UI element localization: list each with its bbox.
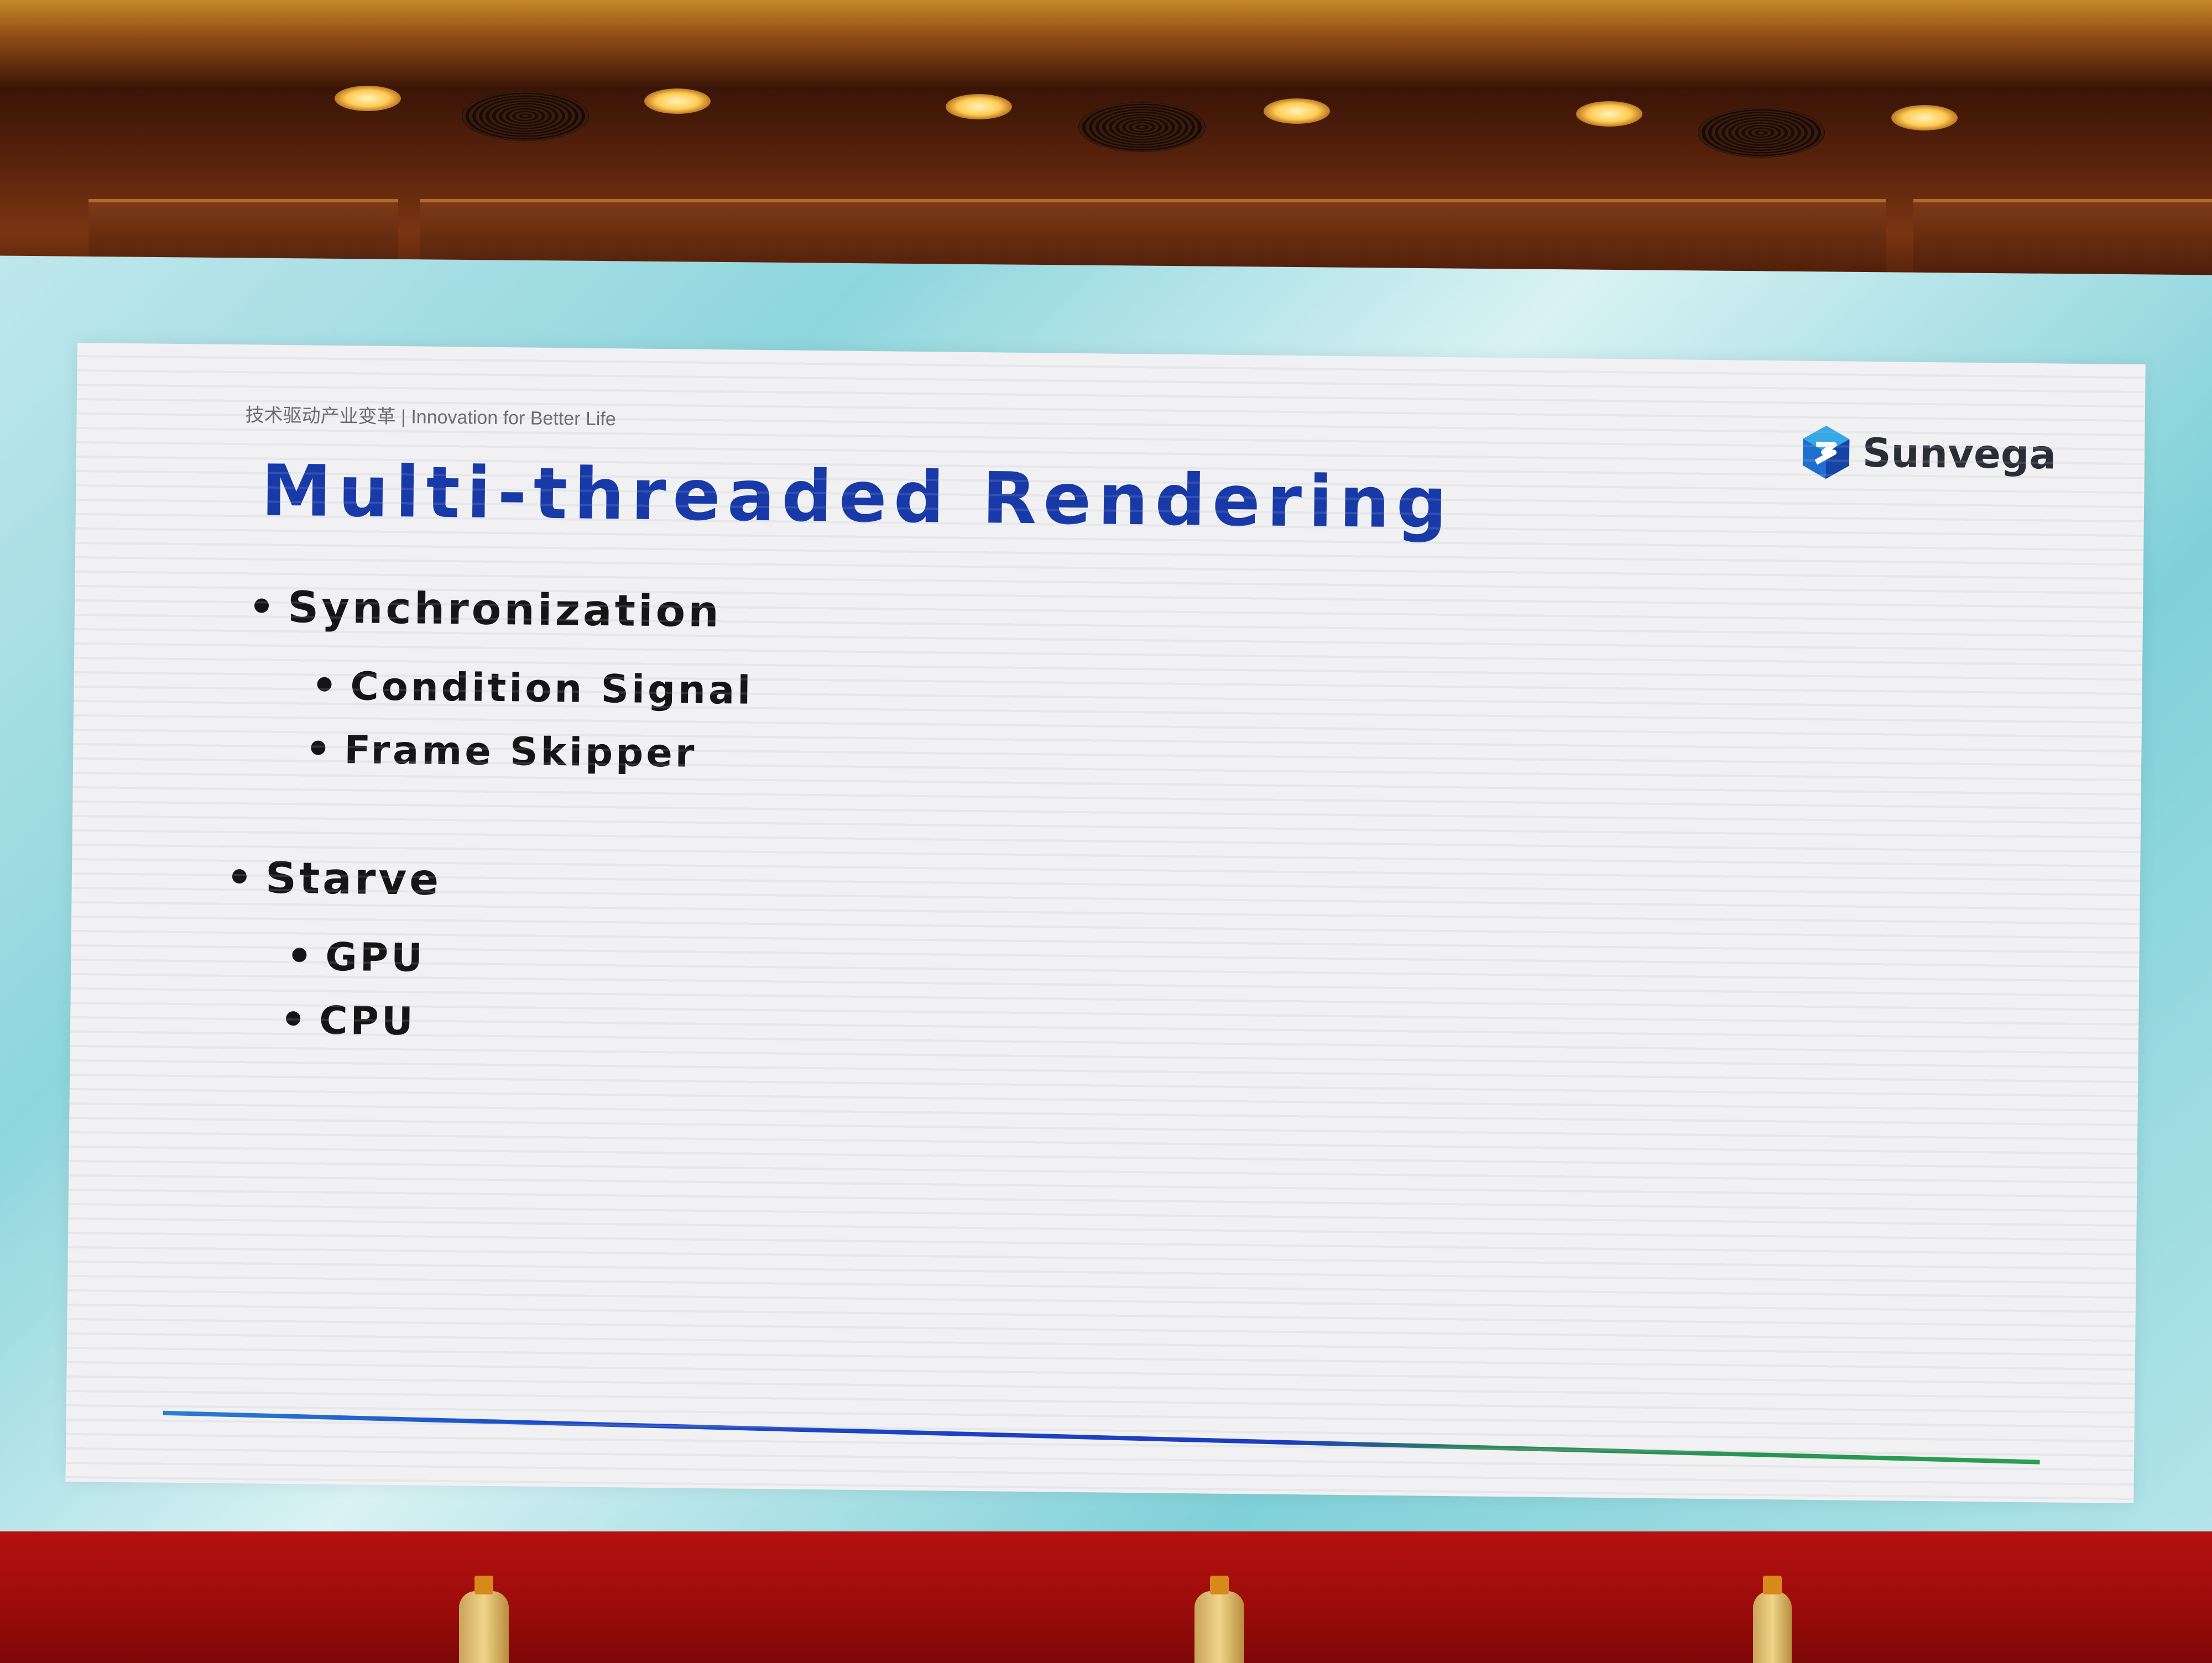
bullet-dot-icon xyxy=(311,740,326,755)
ceiling-vent xyxy=(1078,102,1206,152)
bullet-dot-icon xyxy=(317,677,332,692)
bullet-dot-icon xyxy=(232,869,247,883)
bullet-gpu: GPU xyxy=(292,934,425,981)
sunvega-hex-logo-icon xyxy=(1799,423,1853,482)
bullet-dot-icon xyxy=(286,1011,301,1026)
water-bottle xyxy=(459,1576,509,1663)
bullet-label: Starve xyxy=(265,853,442,905)
ceiling-light xyxy=(1264,98,1330,124)
water-bottle xyxy=(1194,1576,1244,1663)
stage-front xyxy=(0,1531,2212,1663)
bullet-starve: Starve xyxy=(232,853,442,905)
bullet-frame-skipper: Frame Skipper xyxy=(311,726,697,776)
ceiling-light xyxy=(335,86,401,111)
bullet-label: Synchronization xyxy=(287,583,722,637)
bullet-condition-signal: Condition Signal xyxy=(317,663,754,713)
bullet-dot-icon xyxy=(254,598,269,613)
bullet-label: Condition Signal xyxy=(350,663,754,713)
slide-footer-line xyxy=(163,1410,2040,1465)
bullet-label: Frame Skipper xyxy=(343,727,697,776)
brand-name: Sunvega xyxy=(1862,429,2057,478)
bullet-label: CPU xyxy=(319,997,416,1044)
bullet-cpu: CPU xyxy=(286,997,416,1044)
ceiling-vent xyxy=(1698,108,1825,158)
bullet-dot-icon xyxy=(292,948,307,963)
ceiling-light xyxy=(1891,105,1958,130)
bullet-label: GPU xyxy=(325,934,426,981)
slide-title: Multi-threaded Rendering xyxy=(260,449,1454,545)
ceiling-light xyxy=(946,94,1012,119)
bullet-synchronization: Synchronization xyxy=(254,582,722,637)
ceiling-light xyxy=(644,88,711,114)
slide-tagline: 技术驱动产业变革 | Innovation for Better Life xyxy=(245,405,616,430)
ceiling-vent xyxy=(462,91,589,141)
water-bottle xyxy=(1753,1576,1792,1663)
ceiling-light xyxy=(1576,101,1642,127)
presentation-slide: 技术驱动产业变革 | Innovation for Better Life Su… xyxy=(65,343,2146,1504)
brand-logo: Sunvega xyxy=(1799,422,2057,485)
